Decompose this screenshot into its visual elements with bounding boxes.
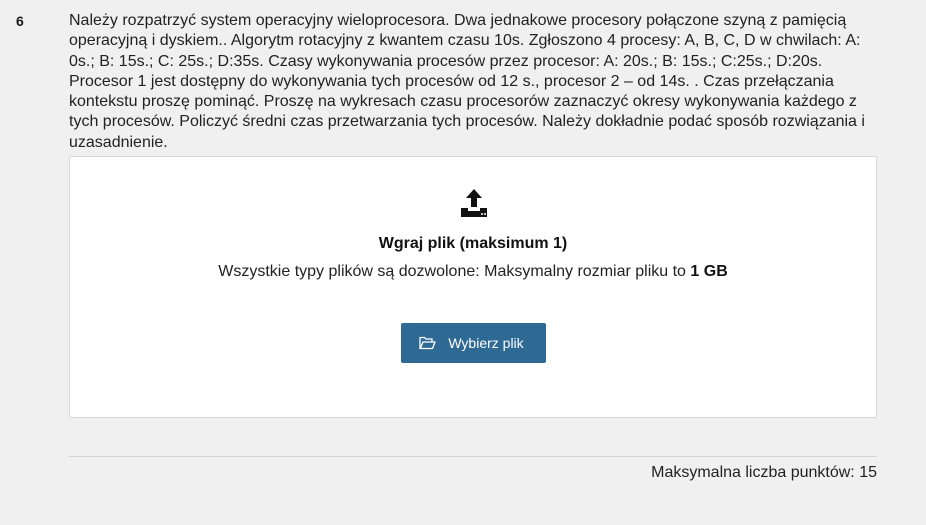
divider [69,456,877,457]
question-text: Należy rozpatrzyć system operacyjny wiel… [69,12,865,151]
upload-hint: Wszystkie typy plików są dozwolone: Maks… [70,263,876,281]
choose-file-label: Wybierz plik [448,335,524,351]
upload-hint-text: Wszystkie typy plików są dozwolone: Maks… [218,263,691,280]
choose-file-button[interactable]: Wybierz plik [401,323,546,363]
upload-icon [461,189,487,217]
folder-open-icon [419,336,436,350]
file-upload-dropzone[interactable]: Wgraj plik (maksimum 1) Wszystkie typy p… [69,156,877,418]
question-page: 6 Należy rozpatrzyć system operacyjny wi… [0,0,926,525]
question-number: 6 [16,13,24,29]
upload-max-size: 1 GB [690,263,728,280]
upload-title: Wgraj plik (maksimum 1) [378,235,568,252]
max-points: Maksymalna liczba punktów: 15 [651,464,877,481]
